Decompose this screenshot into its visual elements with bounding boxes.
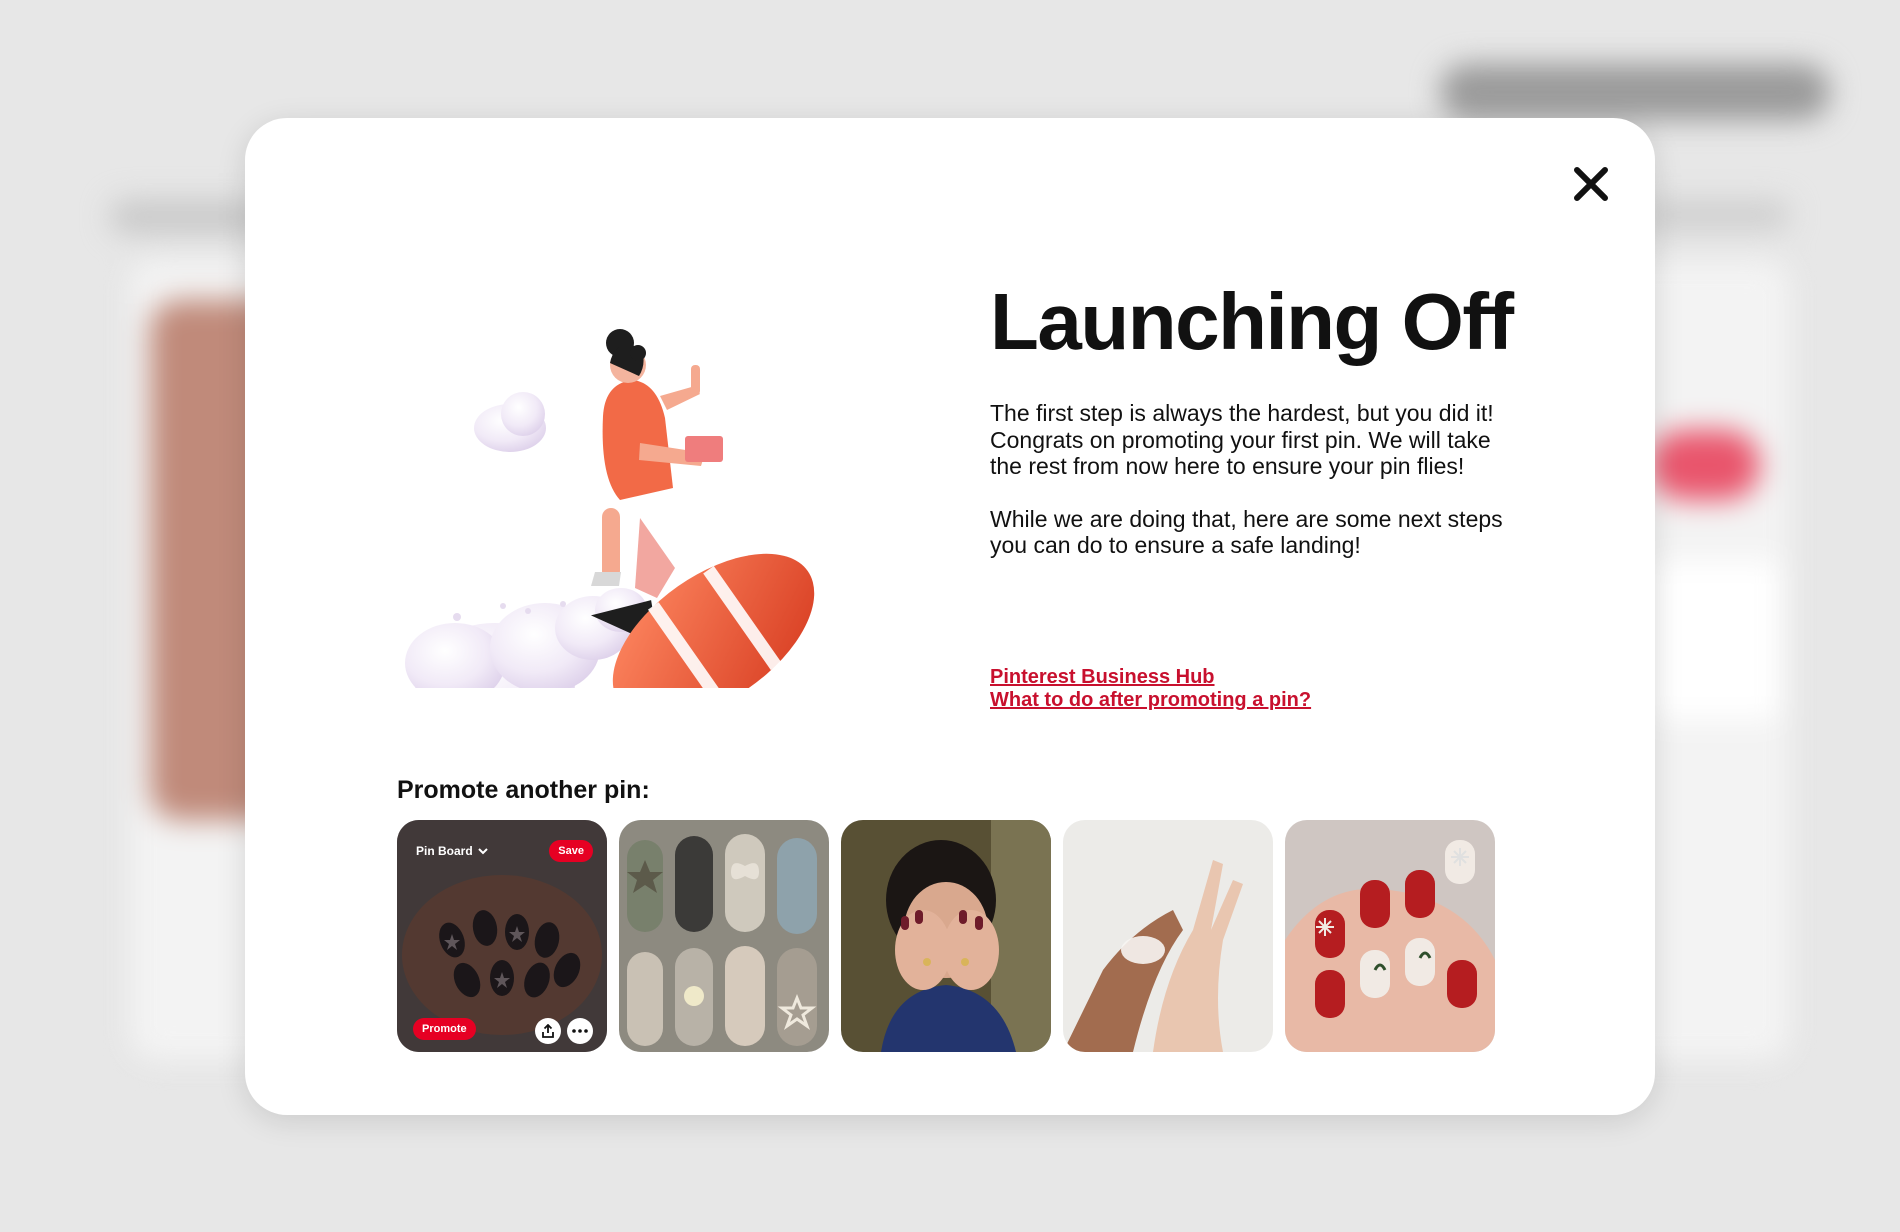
background-button	[1650, 430, 1760, 500]
pin-thumbnail[interactable]	[1063, 820, 1273, 1052]
pin-image	[1285, 820, 1495, 1052]
person-icon	[591, 329, 723, 598]
share-icon	[542, 1024, 554, 1038]
chevron-down-icon	[477, 847, 488, 854]
share-button[interactable]	[535, 1018, 561, 1044]
pin-carousel: Pin Board Save Promote	[397, 820, 1495, 1052]
background-search-bar	[1440, 64, 1830, 120]
pin-image	[1063, 820, 1273, 1052]
promote-another-pin-heading: Promote another pin:	[397, 776, 650, 804]
pin-thumbnail[interactable]	[841, 820, 1051, 1052]
modal-title: Launching Off	[990, 277, 1514, 366]
launching-off-modal: Launching Off The first step is always t…	[245, 118, 1655, 1115]
cloud-top-icon	[474, 392, 546, 452]
after-promoting-link[interactable]: What to do after promoting a pin?	[990, 689, 1311, 712]
background-panel	[1650, 560, 1780, 720]
modal-body: The first step is always the hardest, bu…	[990, 400, 1510, 585]
pin-image	[619, 820, 829, 1052]
save-button[interactable]: Save	[549, 840, 593, 862]
rocket-launch-illustration	[405, 329, 815, 688]
more-options-button[interactable]	[567, 1018, 593, 1044]
board-selector[interactable]: Pin Board	[416, 844, 488, 858]
body-paragraph: The first step is always the hardest, bu…	[990, 400, 1494, 479]
background-nav-right	[1640, 200, 1790, 230]
close-button[interactable]	[1561, 154, 1621, 214]
smoke-cloud-icon	[405, 588, 647, 688]
close-icon	[1574, 167, 1608, 201]
pin-thumbnail[interactable]	[1285, 820, 1495, 1052]
body-paragraph: While we are doing that, here are some n…	[990, 505, 1503, 559]
resource-links: Pinterest Business Hub What to do after …	[990, 666, 1311, 712]
board-selector-label: Pin Board	[416, 844, 473, 858]
ellipsis-icon	[572, 1029, 588, 1033]
pin-thumbnail[interactable]	[619, 820, 829, 1052]
promote-button[interactable]: Promote	[413, 1018, 476, 1040]
pin-image	[841, 820, 1051, 1052]
business-hub-link[interactable]: Pinterest Business Hub	[990, 666, 1311, 689]
pin-thumbnail[interactable]: Pin Board Save Promote	[397, 820, 607, 1052]
